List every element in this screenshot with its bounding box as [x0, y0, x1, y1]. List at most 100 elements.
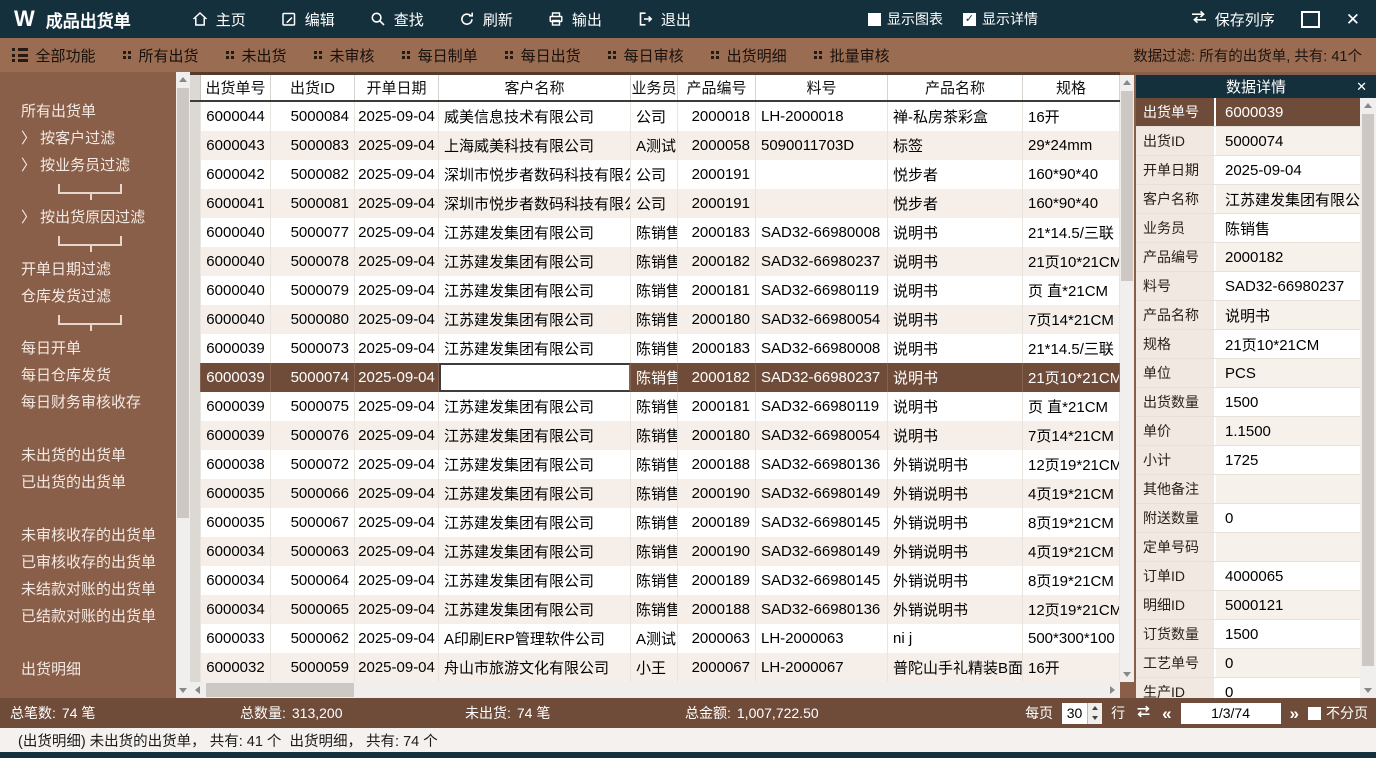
cell-salesman[interactable]: 公司	[631, 189, 678, 218]
cell-product_name[interactable]: 说明书	[888, 305, 1023, 334]
cell-product_no[interactable]: 2000180	[678, 305, 756, 334]
row-selector[interactable]	[190, 421, 201, 450]
scroll-up-button[interactable]	[1120, 75, 1134, 90]
reload-page-icon[interactable]	[1134, 703, 1153, 723]
cell-customer[interactable]: 江苏建发集团有限公司	[439, 537, 631, 566]
table-row[interactable]: 600004250000822025-09-04深圳市悦步者数码科技有限公司公司…	[190, 160, 1120, 189]
row-selector[interactable]	[190, 131, 201, 160]
cell-ship_id[interactable]: 5000062	[271, 624, 355, 653]
cell-ship_id[interactable]: 5000074	[271, 363, 355, 392]
table-row[interactable]: 600004050000772025-09-04江苏建发集团有限公司陈销售200…	[190, 218, 1120, 247]
cell-part_no[interactable]: SAD32-66980136	[756, 450, 888, 479]
sidebar-item-仓库发货过滤[interactable]: 仓库发货过滤	[0, 283, 176, 310]
cell-order_no[interactable]: 6000032	[201, 653, 271, 682]
row-selector[interactable]	[190, 450, 201, 479]
cell-date[interactable]: 2025-09-04	[355, 421, 439, 450]
cell-spec[interactable]: 12页19*21CM	[1023, 450, 1120, 479]
cell-customer[interactable]: 威美信息技术有限公司	[439, 102, 631, 131]
cell-order_no[interactable]: 6000040	[201, 305, 271, 334]
table-row[interactable]: 600003950000742025-09-04江苏建发集团有限公司陈销售200…	[190, 363, 1120, 392]
cell-product_no[interactable]: 2000181	[678, 392, 756, 421]
cell-ship_id[interactable]: 5000080	[271, 305, 355, 334]
cell-product_name[interactable]: 外销说明书	[888, 450, 1023, 479]
row-selector[interactable]	[190, 566, 201, 595]
table-row[interactable]: 600004350000832025-09-04上海威美科技有限公司A测试200…	[190, 131, 1120, 160]
table-row[interactable]: 600004050000782025-09-04江苏建发集团有限公司陈销售200…	[190, 247, 1120, 276]
cell-product_no[interactable]: 2000058	[678, 131, 756, 160]
cell-customer[interactable]: 江苏建发集团有限公司	[439, 305, 631, 334]
cell-customer[interactable]: 江苏建发集团有限公司	[439, 450, 631, 479]
sidebar-scrollbar[interactable]	[176, 72, 190, 698]
cell-part_no[interactable]: LH-2000063	[756, 624, 888, 653]
scroll-up-button[interactable]	[1360, 98, 1376, 113]
cell-date[interactable]: 2025-09-04	[355, 479, 439, 508]
row-selector[interactable]	[190, 595, 201, 624]
cell-product_no[interactable]: 2000188	[678, 450, 756, 479]
cell-part_no[interactable]: SAD32-66980136	[756, 595, 888, 624]
cell-product_name[interactable]: 标签	[888, 131, 1023, 160]
cell-product_no[interactable]: 2000190	[678, 479, 756, 508]
cell-date[interactable]: 2025-09-04	[355, 537, 439, 566]
cell-spec[interactable]: 12页19*21CM	[1023, 595, 1120, 624]
cell-order_no[interactable]: 6000034	[201, 595, 271, 624]
cell-spec[interactable]: 7页14*21CM	[1023, 421, 1120, 450]
detail-close-button[interactable]: ✕	[1356, 79, 1367, 95]
cell-part_no[interactable]: SAD32-66980237	[756, 247, 888, 276]
cell-order_no[interactable]: 6000043	[201, 131, 271, 160]
detail-field[interactable]: 小计1725	[1136, 446, 1360, 475]
scroll-right-button[interactable]	[1105, 682, 1120, 698]
cell-spec[interactable]: 160*90*40	[1023, 189, 1120, 218]
page-size-stepper[interactable]: 30	[1062, 703, 1102, 724]
last-page-button[interactable]: »	[1290, 705, 1299, 722]
table-row[interactable]: 600003950000752025-09-04江苏建发集团有限公司陈销售200…	[190, 392, 1120, 421]
cell-salesman[interactable]: 陈销售	[631, 479, 678, 508]
first-page-button[interactable]: «	[1162, 705, 1171, 722]
cell-ship_id[interactable]: 5000072	[271, 450, 355, 479]
table-row[interactable]: 600003450000632025-09-04江苏建发集团有限公司陈销售200…	[190, 537, 1120, 566]
sidebar-item-开单日期过滤[interactable]: 开单日期过滤	[0, 256, 176, 283]
detail-field[interactable]: 单位PCS	[1136, 359, 1360, 388]
scroll-down-button[interactable]	[176, 683, 190, 698]
no-paging-toggle[interactable]: 不分页	[1308, 703, 1368, 723]
tab-all-functions[interactable]: 全部功能	[12, 45, 96, 66]
menu-exit[interactable]: 退出	[636, 9, 691, 30]
table-row[interactable]: 600004050000792025-09-04江苏建发集团有限公司陈销售200…	[190, 276, 1120, 305]
row-selector[interactable]	[190, 624, 201, 653]
cell-part_no[interactable]: SAD32-66980008	[756, 334, 888, 363]
cell-order_no[interactable]: 6000035	[201, 508, 271, 537]
cell-spec[interactable]: 7页14*21CM	[1023, 305, 1120, 334]
cell-order_no[interactable]: 6000033	[201, 624, 271, 653]
detail-field[interactable]: 出货ID5000074	[1136, 127, 1360, 156]
table-row[interactable]: 600003850000722025-09-04江苏建发集团有限公司陈销售200…	[190, 450, 1120, 479]
tab-批量审核[interactable]: 批量审核	[814, 45, 890, 66]
row-selector-header[interactable]	[190, 75, 201, 100]
cell-salesman[interactable]: 陈销售	[631, 247, 678, 276]
column-header-date[interactable]: 开单日期	[355, 75, 439, 100]
tab-未出货[interactable]: 未出货	[226, 45, 287, 66]
detail-field[interactable]: 定单号码	[1136, 533, 1360, 562]
tab-每日审核[interactable]: 每日审核	[608, 45, 684, 66]
cell-customer[interactable]: 江苏建发集团有限公司	[439, 479, 631, 508]
sidebar-item-出货明细[interactable]: 出货明细	[0, 656, 176, 683]
cell-date[interactable]: 2025-09-04	[355, 305, 439, 334]
sidebar-item-已结款对账的出货单[interactable]: 已结款对账的出货单	[0, 603, 176, 630]
cell-product_name[interactable]: 普陀山手礼精装B面	[888, 653, 1023, 682]
cell-ship_id[interactable]: 5000077	[271, 218, 355, 247]
cell-part_no[interactable]: SAD32-66980149	[756, 479, 888, 508]
detail-field[interactable]: 料号SAD32-66980237	[1136, 272, 1360, 301]
column-header-order_no[interactable]: 出货单号	[201, 75, 271, 100]
cell-customer[interactable]: 江苏建发集团有限公司	[439, 334, 631, 363]
cell-salesman[interactable]: 陈销售	[631, 218, 678, 247]
toggle-show-detail[interactable]: 显示详情	[963, 9, 1038, 29]
scroll-up-button[interactable]	[176, 72, 190, 87]
row-selector[interactable]	[190, 189, 201, 218]
cell-product_name[interactable]: 外销说明书	[888, 566, 1023, 595]
detail-field[interactable]: 明细ID5000121	[1136, 591, 1360, 620]
cell-part_no[interactable]: SAD32-66980054	[756, 421, 888, 450]
cell-product_name[interactable]: 悦步者	[888, 160, 1023, 189]
cell-date[interactable]: 2025-09-04	[355, 363, 439, 392]
cell-date[interactable]: 2025-09-04	[355, 566, 439, 595]
cell-salesman[interactable]: 陈销售	[631, 421, 678, 450]
detail-field[interactable]: 生产ID0	[1136, 678, 1360, 698]
cell-spec[interactable]: 29*24mm	[1023, 131, 1120, 160]
